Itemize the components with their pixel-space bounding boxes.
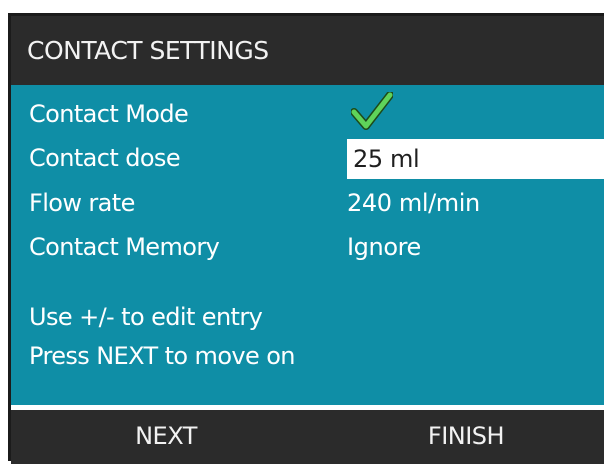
help-text-edit: Use +/- to edit entry [29, 303, 263, 331]
setting-label: Contact Mode [29, 100, 189, 128]
setting-row-flow-rate[interactable]: Flow rate 240 ml/min [11, 181, 604, 225]
contact-memory-value: Ignore [347, 233, 421, 261]
setting-row-contact-dose[interactable]: Contact dose 25 ml [11, 136, 604, 180]
checkmark-icon [351, 92, 393, 130]
next-softkey[interactable]: NEXT [101, 410, 231, 464]
finish-softkey[interactable]: FINISH [391, 410, 541, 464]
help-text-next: Press NEXT to move on [29, 342, 296, 370]
screen-title: CONTACT SETTINGS [11, 16, 604, 85]
setting-row-contact-mode[interactable]: Contact Mode [11, 92, 604, 136]
softkey-bar: NEXT FINISH [11, 410, 604, 464]
flow-rate-value: 240 ml/min [347, 189, 480, 217]
setting-label: Flow rate [29, 189, 135, 217]
contact-dose-field[interactable]: 25 ml [347, 139, 604, 179]
device-screen: CONTACT SETTINGS Contact Mode Contact do… [8, 13, 604, 464]
setting-label: Contact dose [29, 144, 181, 172]
setting-row-contact-memory[interactable]: Contact Memory Ignore [11, 225, 604, 269]
setting-label: Contact Memory [29, 233, 220, 261]
